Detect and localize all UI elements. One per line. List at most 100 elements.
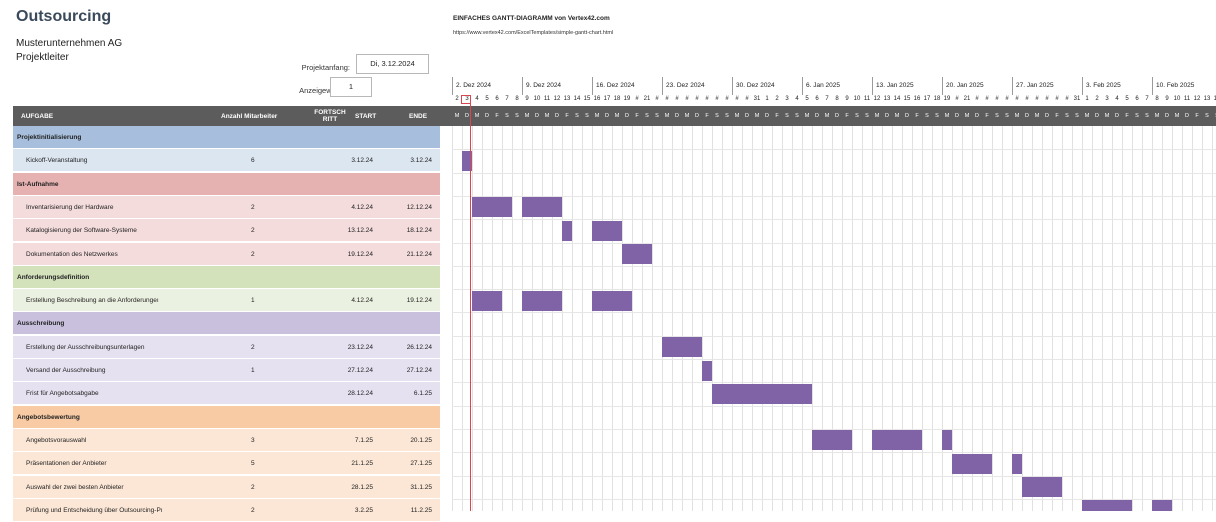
day-number: 9 xyxy=(845,96,849,102)
grid-column-line xyxy=(732,126,733,511)
day-number: 16 xyxy=(593,96,601,102)
task-name: Erstellung Beschreibung an die Anforderu… xyxy=(26,297,159,304)
task-end-date: 31.1.25 xyxy=(410,484,432,491)
col-start-header[interactable]: START xyxy=(355,106,376,126)
gantt-bar[interactable] xyxy=(702,361,712,381)
day-number: 31 xyxy=(1073,96,1081,102)
day-letter: S xyxy=(1135,113,1139,119)
gantt-bar[interactable] xyxy=(872,430,922,450)
phase-row[interactable]: Ausschreibung xyxy=(13,312,440,335)
day-number: # xyxy=(1035,96,1039,102)
task-row[interactable]: Dokumentation des Netzwerkes 2 19.12.24 21.… xyxy=(13,243,440,266)
day-number: 4 xyxy=(795,96,799,102)
gantt-bar[interactable] xyxy=(522,197,562,217)
task-start-date: 28.12.24 xyxy=(347,390,373,397)
grid-column-line xyxy=(752,126,753,511)
task-end-date: 27.12.24 xyxy=(406,367,432,374)
week-label: 6. Jan 2025 xyxy=(802,77,872,95)
gantt-bar[interactable] xyxy=(562,221,572,241)
phase-row[interactable]: Projektinitialisierung xyxy=(13,126,440,149)
day-letter: S xyxy=(585,113,589,119)
day-letter: M xyxy=(684,113,690,119)
gantt-bar[interactable] xyxy=(712,384,812,404)
task-staff-count: 1 xyxy=(251,297,255,304)
day-letter: S xyxy=(575,113,579,119)
phase-name: Projektinitialisierung xyxy=(17,134,82,141)
gantt-bar[interactable] xyxy=(812,430,852,450)
task-start-date: 19.12.24 xyxy=(347,251,373,258)
task-start-date: 4.12.24 xyxy=(351,297,373,304)
day-number: 5 xyxy=(805,96,809,102)
task-name: Angebotsvorauswahl xyxy=(26,437,87,444)
day-letter: F xyxy=(915,113,919,119)
task-row[interactable]: Erstellung Beschreibung an die Anforderu… xyxy=(13,289,440,312)
day-number: 6 xyxy=(495,96,499,102)
gantt-bar[interactable] xyxy=(472,291,502,311)
task-staff-count: 2 xyxy=(251,204,255,211)
day-letter: D xyxy=(1185,113,1189,119)
gantt-bar[interactable] xyxy=(472,197,512,217)
task-start-date: 28.1.25 xyxy=(351,484,373,491)
grid-column-line xyxy=(1022,126,1023,511)
day-number: 1 xyxy=(765,96,769,102)
col-task-header[interactable]: AUFGABE xyxy=(21,106,53,126)
grid-column-line xyxy=(502,126,503,511)
project-start-input[interactable]: Di, 3.12.2024 xyxy=(356,54,429,74)
gantt-bar[interactable] xyxy=(1012,454,1022,474)
task-row[interactable]: Frist für Angebotsabgabe 28.12.24 6.1.25 xyxy=(13,382,440,405)
task-row[interactable]: Angebotsvorauswahl 3 7.1.25 20.1.25 xyxy=(13,429,440,452)
task-row[interactable]: Katalogisierung der Software-Systeme 2 13.… xyxy=(13,219,440,242)
task-row[interactable]: Versand der Ausschreibung 1 27.12.24 27.12.… xyxy=(13,359,440,382)
grid-column-line xyxy=(1172,126,1173,511)
template-url[interactable]: https://www.vertex42.com/ExcelTemplates/… xyxy=(453,30,613,36)
task-name: Inventarisierung der Hardware xyxy=(26,204,114,211)
day-number: 7 xyxy=(825,96,829,102)
day-letter: S xyxy=(785,113,789,119)
phase-row[interactable]: Angebotsbewertung xyxy=(13,406,440,429)
gantt-bar[interactable] xyxy=(592,291,632,311)
phase-row[interactable]: Ist-Aufnahme xyxy=(13,173,440,196)
gantt-bar[interactable] xyxy=(622,244,652,264)
gantt-bar[interactable] xyxy=(522,291,562,311)
day-number: # xyxy=(1055,96,1059,102)
col-progress-header[interactable]: FORTSCH RITT xyxy=(314,106,346,126)
task-row[interactable]: Inventarisierung der Hardware 2 4.12.24 12.… xyxy=(13,196,440,219)
gantt-bar[interactable] xyxy=(942,430,952,450)
col-staff-header[interactable]: Anzahl Mitarbeiter xyxy=(221,106,277,126)
day-number: # xyxy=(665,96,669,102)
day-letter: M xyxy=(1014,113,1020,119)
task-row[interactable]: Präsentationen der Anbieter 5 21.1.25 27.1.… xyxy=(13,452,440,475)
grid-column-line xyxy=(832,126,833,511)
grid-row-line xyxy=(452,243,1216,244)
grid-column-line xyxy=(702,126,703,511)
gantt-bar[interactable] xyxy=(952,454,992,474)
grid-row-line xyxy=(452,149,1216,150)
gantt-bar[interactable] xyxy=(1022,477,1062,497)
day-number: # xyxy=(735,96,739,102)
grid-row-line xyxy=(452,452,1216,453)
sheet-title: Outsourcing xyxy=(16,8,112,25)
day-number: 16 xyxy=(913,96,921,102)
grid-column-line xyxy=(882,126,883,511)
gantt-bar[interactable] xyxy=(1082,500,1132,511)
day-letter: S xyxy=(645,113,649,119)
grid-column-line xyxy=(902,126,903,511)
day-letter: S xyxy=(1075,113,1079,119)
day-letter: S xyxy=(1205,113,1209,119)
task-row[interactable]: Erstellung der Ausschreibungsunterlagen 2… xyxy=(13,336,440,359)
phase-row[interactable]: Anforderungsdefinition xyxy=(13,266,440,289)
task-row[interactable]: Auswahl der zwei besten Anbieter 2 28.1.25… xyxy=(13,476,440,499)
day-number: 13 xyxy=(563,96,571,102)
task-start-date: 4.12.24 xyxy=(351,204,373,211)
gantt-bar[interactable] xyxy=(662,337,702,357)
gantt-bar[interactable] xyxy=(1152,500,1172,511)
display-week-input[interactable]: 1 xyxy=(330,77,372,97)
gantt-bar[interactable] xyxy=(592,221,622,241)
day-letter: S xyxy=(725,113,729,119)
week-label: 30. Dez 2024 xyxy=(732,77,802,95)
col-end-header[interactable]: ENDE xyxy=(409,106,427,126)
task-row[interactable]: Kickoff-Veranstaltung 6 3.12.24 3.12.24 xyxy=(13,149,440,172)
task-end-date: 6.1.25 xyxy=(413,390,432,397)
grid-column-line xyxy=(1042,126,1043,511)
day-number: # xyxy=(705,96,709,102)
